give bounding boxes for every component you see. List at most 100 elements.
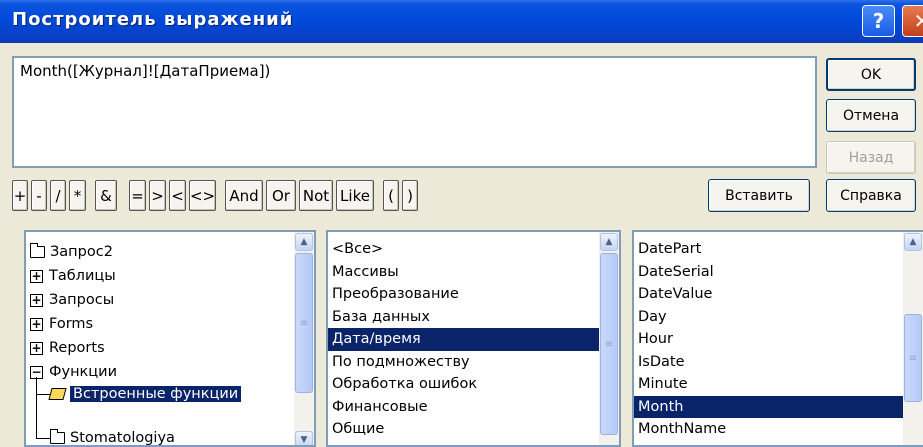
- tree-item-queries[interactable]: + Запросы: [30, 289, 114, 311]
- function-item[interactable]: Minute: [634, 373, 903, 396]
- operator-label: Not: [302, 186, 330, 205]
- operator-label: >: [151, 186, 164, 205]
- plus-box-icon[interactable]: +: [30, 341, 43, 355]
- category-item[interactable]: Преобразование: [328, 283, 599, 306]
- operator-label: -: [36, 186, 42, 205]
- back-button[interactable]: Назад: [826, 141, 916, 174]
- scroll-up-arrow-icon[interactable]: ▲: [904, 233, 922, 251]
- operator-notequal-button[interactable]: <>: [189, 180, 216, 211]
- tree-connector-line: [36, 394, 50, 395]
- function-item[interactable]: Day: [634, 306, 903, 329]
- close-icon: ✕: [913, 9, 923, 33]
- function-list[interactable]: DatePart DateSerial DateValue Day Hour I…: [632, 230, 923, 447]
- category-item[interactable]: Массивы: [328, 261, 599, 284]
- ok-button-label: OK: [860, 66, 882, 83]
- operator-multiply-button[interactable]: *: [69, 180, 86, 211]
- object-tree[interactable]: Запрос2 + Таблицы + Запросы + Forms + Re…: [24, 230, 316, 447]
- object-tree-scrollbar[interactable]: ▲ ≡ ▼: [294, 232, 314, 445]
- tree-item-tables[interactable]: + Таблицы: [30, 265, 116, 287]
- tree-connector-line: [36, 377, 37, 439]
- window-title: Построитель выражений: [12, 9, 294, 30]
- category-item[interactable]: База данных: [328, 306, 599, 329]
- tree-item-label: Встроенные функции: [70, 386, 242, 402]
- function-item[interactable]: DatePart: [634, 238, 903, 261]
- tree-item-label: Forms: [49, 316, 94, 332]
- plus-box-icon[interactable]: +: [30, 269, 43, 283]
- operator-divide-button[interactable]: /: [50, 180, 66, 211]
- ok-button[interactable]: OK: [826, 58, 916, 91]
- operator-label: ): [407, 186, 413, 205]
- folder-icon: [30, 243, 45, 258]
- operator-label: Like: [340, 186, 370, 205]
- plus-box-icon[interactable]: +: [30, 293, 43, 307]
- category-item[interactable]: <Все>: [328, 238, 599, 261]
- title-bar[interactable]: Построитель выражений ? ✕: [0, 0, 923, 43]
- tree-item-builtin-functions[interactable]: Встроенные функции: [48, 383, 242, 405]
- operator-less-button[interactable]: <: [169, 180, 186, 211]
- category-item[interactable]: Финансовые: [328, 396, 599, 419]
- operator-label: And: [229, 186, 259, 205]
- tree-connector-line: [36, 438, 50, 439]
- plus-box-icon[interactable]: +: [30, 317, 43, 331]
- paste-button[interactable]: Вставить: [708, 179, 810, 212]
- operator-minus-button[interactable]: -: [31, 180, 47, 211]
- operator-and-button[interactable]: And: [225, 180, 263, 211]
- operator-close-paren-button[interactable]: ): [402, 180, 418, 211]
- expression-text: Month([Журнал]![ДатаПриема]): [20, 62, 271, 80]
- help-button[interactable]: Справка: [826, 179, 916, 212]
- operator-open-paren-button[interactable]: (: [383, 180, 399, 211]
- operator-label: &: [100, 186, 112, 205]
- operator-plus-button[interactable]: +: [12, 180, 28, 211]
- function-item-selected[interactable]: Month: [634, 395, 903, 418]
- tree-item-label: Функции: [49, 364, 118, 380]
- scroll-up-arrow-icon[interactable]: ▲: [295, 233, 313, 251]
- operator-label: +: [13, 186, 27, 205]
- function-item[interactable]: MonthName: [634, 418, 903, 441]
- category-list[interactable]: <Все> Массивы Преобразование База данных…: [326, 230, 621, 447]
- category-item[interactable]: По подмножеству: [328, 351, 599, 374]
- operator-or-button[interactable]: Or: [266, 180, 296, 211]
- tree-item-label: Таблицы: [49, 268, 116, 284]
- cancel-button[interactable]: Отмена: [826, 99, 916, 132]
- category-item[interactable]: Обработка ошибок: [328, 373, 599, 396]
- operator-label: Or: [272, 186, 290, 205]
- help-icon: ?: [872, 9, 885, 33]
- function-list-scrollbar[interactable]: ▲ ≡: [903, 232, 923, 445]
- scroll-up-arrow-icon[interactable]: ▲: [600, 233, 618, 251]
- category-items: <Все> Массивы Преобразование База данных…: [328, 232, 599, 445]
- scroll-thumb[interactable]: ≡: [904, 314, 922, 402]
- tree-item-label: Запросы: [49, 292, 115, 308]
- help-button-label: Справка: [840, 187, 902, 204]
- category-item-selected[interactable]: Дата/время: [328, 328, 599, 351]
- operator-greater-button[interactable]: >: [149, 180, 166, 211]
- function-item[interactable]: IsDate: [634, 351, 903, 374]
- cancel-button-label: Отмена: [842, 107, 900, 124]
- back-button-label: Назад: [848, 149, 894, 166]
- tree-item-label: Reports: [49, 340, 105, 356]
- help-title-button[interactable]: ?: [862, 5, 895, 37]
- operator-concat-button[interactable]: &: [95, 180, 117, 211]
- scroll-down-arrow-icon[interactable]: ▼: [295, 431, 313, 445]
- category-list-scrollbar[interactable]: ▲ ≡: [599, 232, 619, 445]
- function-item[interactable]: Hour: [634, 328, 903, 351]
- tree-item-label: Stomatologiya: [70, 430, 175, 445]
- operator-label: *: [73, 186, 82, 205]
- close-title-button[interactable]: ✕: [902, 5, 923, 37]
- function-item[interactable]: DateValue: [634, 283, 903, 306]
- tree-item-functions[interactable]: − Функции: [30, 361, 117, 383]
- operator-equal-button[interactable]: =: [129, 180, 146, 211]
- operator-like-button[interactable]: Like: [336, 180, 374, 211]
- operator-not-button[interactable]: Not: [299, 180, 333, 211]
- tree-item-stomatologiya[interactable]: Stomatologiya: [50, 427, 175, 445]
- object-tree-items: Запрос2 + Таблицы + Запросы + Forms + Re…: [26, 232, 294, 445]
- scroll-thumb[interactable]: ≡: [600, 253, 618, 435]
- expression-input[interactable]: Month([Журнал]![ДатаПриема]): [12, 56, 817, 168]
- function-items: DatePart DateSerial DateValue Day Hour I…: [634, 232, 903, 445]
- operator-label: (: [388, 186, 394, 205]
- category-item[interactable]: Общие: [328, 418, 599, 441]
- function-item[interactable]: DateSerial: [634, 261, 903, 284]
- tree-item-reports[interactable]: + Reports: [30, 337, 105, 359]
- tree-item-query2[interactable]: Запрос2: [30, 241, 113, 263]
- scroll-thumb[interactable]: ≡: [295, 253, 313, 393]
- tree-item-forms[interactable]: + Forms: [30, 313, 93, 335]
